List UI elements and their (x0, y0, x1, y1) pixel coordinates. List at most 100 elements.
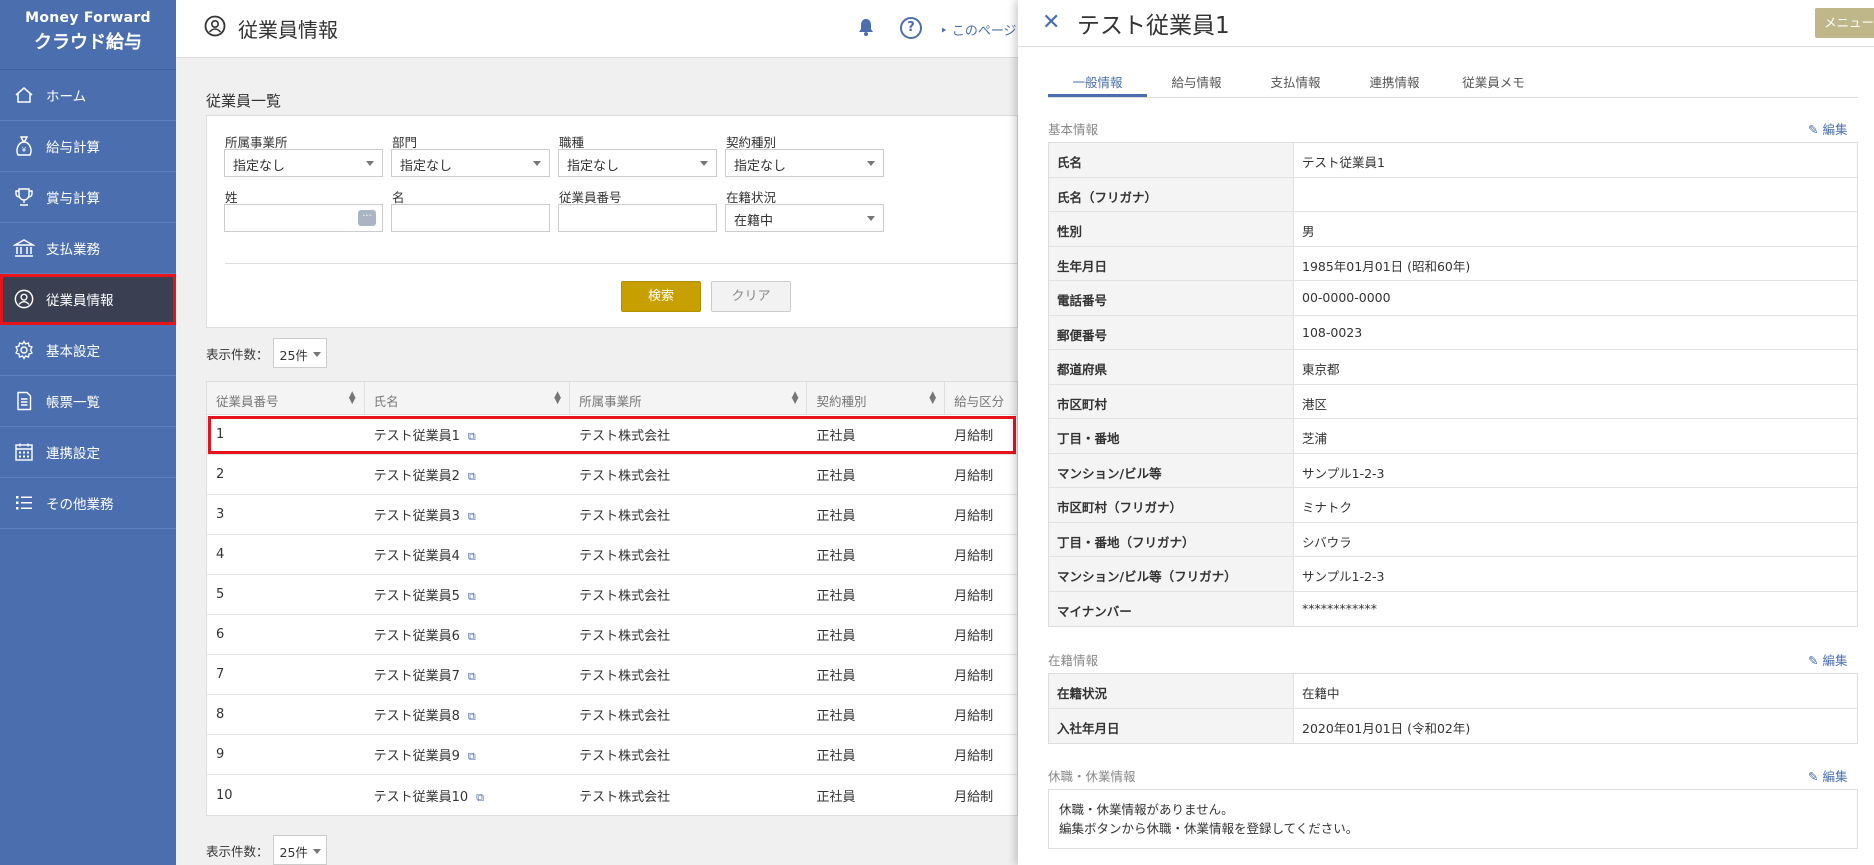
table-row[interactable]: 4 テスト従業員4 ⧉ テスト株式会社 正社員 月給制 (207, 535, 1017, 575)
employee-name[interactable]: テスト従業員4 (374, 549, 460, 564)
info-row: 入社年月日 2020年01月01日 (令和02年) (1049, 708, 1857, 743)
cell-name[interactable]: テスト従業員10 ⧉ (365, 786, 570, 805)
col-emp-no[interactable]: 従業員番号 ▲ ▼ (207, 382, 365, 414)
page-size-select[interactable]: 25件 (272, 338, 327, 368)
help-icon[interactable]: ? (900, 17, 922, 39)
emp-no-input[interactable] (558, 204, 717, 232)
menu-button[interactable]: メニュー (1815, 8, 1874, 38)
cell-name[interactable]: テスト従業員4 ⧉ (365, 545, 570, 564)
contract-select[interactable]: 指定なし (725, 149, 884, 177)
sort-icon[interactable]: ▲ ▼ (349, 391, 356, 406)
dept-select[interactable]: 指定なし (391, 149, 550, 177)
table-row[interactable]: 8 テスト従業員8 ⧉ テスト株式会社 正社員 月給制 (207, 695, 1017, 735)
external-link-icon[interactable]: ⧉ (468, 550, 476, 564)
clear-button[interactable]: クリア (711, 281, 791, 312)
col-contract[interactable]: 契約種別 ▲ ▼ (807, 382, 946, 414)
sidebar-item[interactable]: ホーム (0, 70, 176, 121)
tab-general[interactable]: 一般情報 (1048, 70, 1147, 97)
external-link-icon[interactable]: ⧉ (468, 510, 476, 524)
last-name-input[interactable]: ··· (224, 204, 383, 232)
employee-name[interactable]: テスト従業員9 (374, 749, 460, 764)
sidebar-item[interactable]: その他業務 (0, 478, 176, 529)
employee-name[interactable]: テスト従業員1 (374, 429, 460, 444)
sort-icon[interactable]: ▲ ▼ (554, 391, 561, 406)
cell-name[interactable]: テスト従業員7 ⧉ (365, 665, 570, 684)
table-row[interactable]: 3 テスト従業員3 ⧉ テスト株式会社 正社員 月給制 (207, 495, 1017, 535)
info-key: 在籍状況 (1049, 674, 1294, 708)
info-key: 丁目・番地 (1049, 419, 1294, 453)
sidebar-item[interactable]: ¥ 給与計算 (0, 121, 176, 172)
cell-name[interactable]: テスト従業員2 ⧉ (365, 465, 570, 484)
sort-icon[interactable]: ▲ ▼ (792, 391, 799, 406)
leave-notice-line2: 編集ボタンから休職・休業情報を登録してください。 (1059, 821, 1359, 836)
employee-name[interactable]: テスト従業員3 (374, 509, 460, 524)
office-select[interactable]: 指定なし (224, 149, 383, 177)
search-button[interactable]: 検索 (621, 281, 701, 312)
first-name-input[interactable] (391, 204, 550, 232)
sidebar-item[interactable]: 連携設定 (0, 427, 176, 478)
external-link-icon[interactable]: ⧉ (468, 630, 476, 644)
page-size-select[interactable]: 25件 (272, 835, 327, 865)
sidebar-item[interactable]: 支払業務 (0, 223, 176, 274)
cell-name[interactable]: テスト従業員1 ⧉ (365, 425, 570, 444)
brand-logo[interactable]: Money Forward クラウド給与 (0, 0, 176, 70)
table-row[interactable]: 10 テスト従業員10 ⧉ テスト株式会社 正社員 月給制 (207, 775, 1017, 815)
tab-payment[interactable]: 支払情報 (1246, 70, 1345, 97)
enrollment-edit-link[interactable]: ✎ 編集 (1808, 650, 1847, 669)
info-value: 在籍中 (1302, 686, 1340, 701)
this-page-link[interactable]: ‣ このページ (940, 20, 1017, 39)
table-row[interactable]: 9 テスト従業員9 ⧉ テスト株式会社 正社員 月給制 (207, 735, 1017, 775)
employee-name[interactable]: テスト従業員10 (374, 790, 469, 805)
cell-name[interactable]: テスト従業員8 ⧉ (365, 705, 570, 724)
sidebar-item[interactable]: 基本設定 (0, 325, 176, 376)
external-link-icon[interactable]: ⧉ (468, 430, 476, 444)
info-value: サンプル1-2-3 (1302, 569, 1385, 584)
cell-name[interactable]: テスト従業員5 ⧉ (365, 585, 570, 604)
more-options-icon[interactable]: ··· (358, 210, 376, 226)
external-link-icon[interactable]: ⧉ (468, 470, 476, 484)
sort-icon[interactable]: ▲ ▼ (929, 391, 936, 406)
close-icon[interactable]: ✕ (1042, 10, 1060, 35)
col-pay[interactable]: 給与区分 (945, 382, 1017, 414)
cell-pay: 月給制 (954, 509, 994, 524)
cell-pay: 月給制 (954, 429, 994, 444)
info-value: 芝浦 (1302, 431, 1328, 446)
employee-name[interactable]: テスト従業員5 (374, 589, 460, 604)
external-link-icon[interactable]: ⧉ (468, 710, 476, 724)
sidebar-item-label: 帳票一覧 (46, 395, 100, 411)
tab-salary[interactable]: 給与情報 (1147, 70, 1246, 97)
svg-text:¥: ¥ (22, 146, 27, 154)
sidebar-item[interactable]: 帳票一覧 (0, 376, 176, 427)
position-select[interactable]: 指定なし (558, 149, 717, 177)
external-link-icon[interactable]: ⧉ (468, 590, 476, 604)
status-select[interactable]: 在籍中 (725, 204, 884, 232)
cell-name[interactable]: テスト従業員3 ⧉ (365, 505, 570, 524)
employee-name[interactable]: テスト従業員2 (374, 469, 460, 484)
tab-memo[interactable]: 従業員メモ (1444, 70, 1543, 97)
table-row[interactable]: 6 テスト従業員6 ⧉ テスト株式会社 正社員 月給制 (207, 615, 1017, 655)
external-link-icon[interactable]: ⧉ (468, 670, 476, 684)
sidebar-item[interactable]: 従業員情報 (0, 274, 176, 325)
table-row[interactable]: 5 テスト従業員5 ⧉ テスト株式会社 正社員 月給制 (207, 575, 1017, 615)
tab-integration[interactable]: 連携情報 (1345, 70, 1444, 97)
basic-edit-link[interactable]: ✎ 編集 (1808, 119, 1847, 138)
cell-name[interactable]: テスト従業員9 ⧉ (365, 745, 570, 764)
table-row[interactable]: 1 テスト従業員1 ⧉ テスト株式会社 正社員 月給制 (207, 415, 1017, 455)
bell-icon[interactable] (858, 18, 874, 40)
enrollment-label: 在籍情報 (1048, 653, 1099, 668)
external-link-icon[interactable]: ⧉ (476, 791, 484, 805)
cell-contract: 正社員 (816, 789, 856, 805)
table-row[interactable]: 2 テスト従業員2 ⧉ テスト株式会社 正社員 月給制 (207, 455, 1017, 495)
col-name[interactable]: 氏名 ▲ ▼ (365, 382, 571, 414)
employee-name[interactable]: テスト従業員6 (374, 629, 460, 644)
table-row[interactable]: 7 テスト従業員7 ⧉ テスト株式会社 正社員 月給制 (207, 655, 1017, 695)
employee-name[interactable]: テスト従業員7 (374, 669, 460, 684)
sidebar-item[interactable]: 賞与計算 (0, 172, 176, 223)
external-link-icon[interactable]: ⧉ (468, 750, 476, 764)
employee-name[interactable]: テスト従業員8 (374, 709, 460, 724)
col-office[interactable]: 所属事業所 ▲ ▼ (570, 382, 808, 414)
enrollment-table: 在籍状況 在籍中入社年月日 2020年01月01日 (令和02年) (1048, 673, 1858, 744)
leave-edit-link[interactable]: ✎ 編集 (1808, 766, 1847, 785)
col-contract-label: 契約種別 (816, 394, 867, 409)
cell-name[interactable]: テスト従業員6 ⧉ (365, 625, 570, 644)
